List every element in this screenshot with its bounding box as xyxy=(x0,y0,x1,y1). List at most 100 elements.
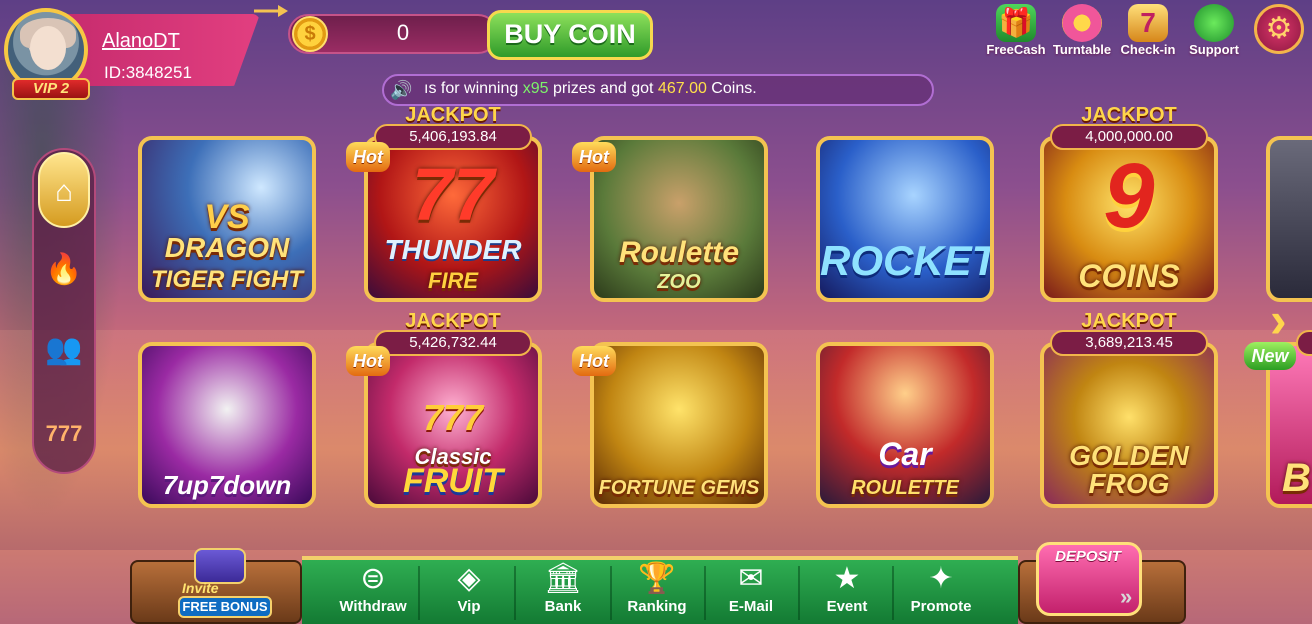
sidebar-item-home[interactable]: ⌂ xyxy=(38,152,90,228)
game-subtitle: TIGER FIGHT xyxy=(151,266,303,293)
mail-icon: ✉ xyxy=(738,562,764,595)
game-fortune-gems[interactable]: FORTUNE GEMS xyxy=(590,342,768,508)
game-subtitle: ZOO xyxy=(657,271,701,293)
jackpot-value: 5,406,193.84 xyxy=(374,124,532,150)
nav-ranking-label: Ranking xyxy=(627,598,687,615)
nav-bank[interactable]: 🏛 Bank xyxy=(518,560,608,622)
vip-badge: VIP 2 xyxy=(12,78,90,100)
marquee-middle: prizes and got xyxy=(548,80,658,97)
promote-icon: ✦ xyxy=(928,562,954,595)
nav-event[interactable]: ★ Event xyxy=(802,560,892,622)
game-car-roulette[interactable]: Car ROULETTE xyxy=(816,342,994,508)
people-icon: 👥 xyxy=(45,333,83,366)
nav-promote-label: Promote xyxy=(910,598,972,615)
jackpot-value: 5,426,732.44 xyxy=(374,330,532,356)
game-subtitle: FROG xyxy=(1088,468,1170,499)
profile-panel[interactable]: VIP 2 AlanoDT ID:3848251 xyxy=(4,8,260,100)
jackpot-value: 3,689,213.45 xyxy=(1050,330,1208,356)
game-title: ROCKET xyxy=(820,237,994,284)
nav-withdraw[interactable]: ⊜ Withdraw xyxy=(328,560,418,622)
game-number-art: 9 xyxy=(1103,145,1155,247)
game-roulette-zoo[interactable]: Roulette ZOO xyxy=(590,136,768,302)
nav-ranking[interactable]: 🏆 Ranking xyxy=(612,560,702,622)
nav-email[interactable]: ✉ E-Mail xyxy=(706,560,796,622)
game-title: GOLDEN xyxy=(1069,440,1189,471)
game-7up7down[interactable]: 7up7down xyxy=(138,342,316,508)
support-button[interactable]: Support xyxy=(1182,4,1246,64)
sidebar-item-slots[interactable]: 777 xyxy=(38,404,90,464)
hot-badge: Hot xyxy=(572,142,616,172)
game-777-art: 777 xyxy=(422,397,484,438)
marquee-prefix: ıs for winning xyxy=(424,80,523,97)
avatar-face xyxy=(30,26,66,70)
slot-777-icon: 777 xyxy=(45,421,83,446)
marquee-amount: 467.00 xyxy=(657,80,707,97)
wheel-icon xyxy=(1062,4,1102,42)
fire-icon: 🔥 xyxy=(45,253,83,286)
gear-icon: ⚙ xyxy=(1265,12,1293,45)
game-partial-title: B xyxy=(1282,456,1311,500)
withdraw-icon: ⊜ xyxy=(360,562,386,595)
game-golden-frog[interactable]: GOLDEN FROG xyxy=(1040,342,1218,508)
hot-badge: Hot xyxy=(346,142,390,172)
nav-withdraw-label: Withdraw xyxy=(339,598,407,615)
nav-divider xyxy=(798,566,800,620)
game-9-coins[interactable]: 9 COINS xyxy=(1040,136,1218,302)
coin-balance: 0 xyxy=(396,20,410,45)
headset-icon xyxy=(1194,4,1234,42)
trophy-icon: 🏆 xyxy=(638,562,676,595)
jackpot-value: 4,000,000.00 xyxy=(1050,124,1208,150)
game-classic-fruit[interactable]: 777 Classic FRUIT xyxy=(364,342,542,508)
nav-vip[interactable]: ◈ Vip xyxy=(424,560,514,622)
marquee-suffix: Coins. xyxy=(706,80,757,97)
nav-divider xyxy=(418,566,420,620)
game-title: FORTUNE GEMS xyxy=(598,477,760,499)
game-777-art: 77 xyxy=(411,153,495,236)
game-title: THUNDER xyxy=(384,234,522,265)
game-partial-right-1[interactable] xyxy=(1266,136,1312,302)
bank-icon: 🏛 xyxy=(543,562,583,595)
user-id: ID:3848251 xyxy=(104,63,192,82)
checkin-button[interactable]: 7 Check-in xyxy=(1116,4,1180,64)
nav-email-label: E-Mail xyxy=(728,598,774,615)
event-star-icon: ★ xyxy=(833,562,861,595)
settings-button[interactable]: ⚙ xyxy=(1254,4,1304,54)
game-subtitle: ROULETTE xyxy=(851,477,959,499)
coin-icon: $ xyxy=(292,16,328,52)
hot-badge: Hot xyxy=(572,346,616,376)
nav-event-label: Event xyxy=(826,598,868,615)
sidebar-item-multiplayer[interactable]: 👥 xyxy=(38,320,90,380)
game-title: 7up7down xyxy=(162,470,292,500)
double-chevron-icon: » xyxy=(1120,584,1133,609)
nav-divider xyxy=(892,566,894,620)
game-dragon-tiger-fight[interactable]: VS DRAGON TIGER FIGHT xyxy=(138,136,316,302)
speaker-icon: 🔊 xyxy=(390,80,413,100)
game-title: DRAGON xyxy=(164,232,290,263)
turntable-button[interactable]: Turntable xyxy=(1050,4,1114,64)
nav-promote[interactable]: ✦ Promote xyxy=(896,560,986,622)
game-vs-label: VS xyxy=(204,198,250,236)
calendar-check-icon: 7 xyxy=(1128,4,1168,42)
chevron-right-icon[interactable]: › xyxy=(1270,290,1310,350)
game-title: Roulette xyxy=(619,236,739,269)
sidebar-item-hot[interactable]: 🔥 xyxy=(38,240,90,300)
vip-diamond-icon: ◈ xyxy=(457,562,481,595)
username[interactable]: AlanoDT xyxy=(102,30,180,53)
freecash-button[interactable]: 🎁 FreeCash xyxy=(984,4,1048,64)
buy-coin-button[interactable]: BUY COIN xyxy=(487,10,653,60)
support-label: Support xyxy=(1189,42,1239,57)
invite-label: Invite xyxy=(182,580,219,596)
game-subtitle: FIRE xyxy=(427,268,479,293)
nav-divider xyxy=(514,566,516,620)
game-title: COINS xyxy=(1078,258,1180,294)
free-bonus-label: FREE BONUS xyxy=(178,596,272,618)
treasure-chest-icon xyxy=(194,548,246,584)
deposit-label: DEPOSIT xyxy=(1055,548,1121,565)
checkin-label: Check-in xyxy=(1120,42,1176,57)
marquee-multiplier: x95 xyxy=(522,80,549,97)
game-thunder-fire[interactable]: 77 THUNDER FIRE xyxy=(364,136,542,302)
hot-badge: Hot xyxy=(346,346,390,376)
marquee-text: ıs for winning x95 prizes and got 467.00… xyxy=(424,80,757,98)
game-subtitle: FRUIT xyxy=(402,462,504,500)
game-rocket[interactable]: ROCKET xyxy=(816,136,994,302)
